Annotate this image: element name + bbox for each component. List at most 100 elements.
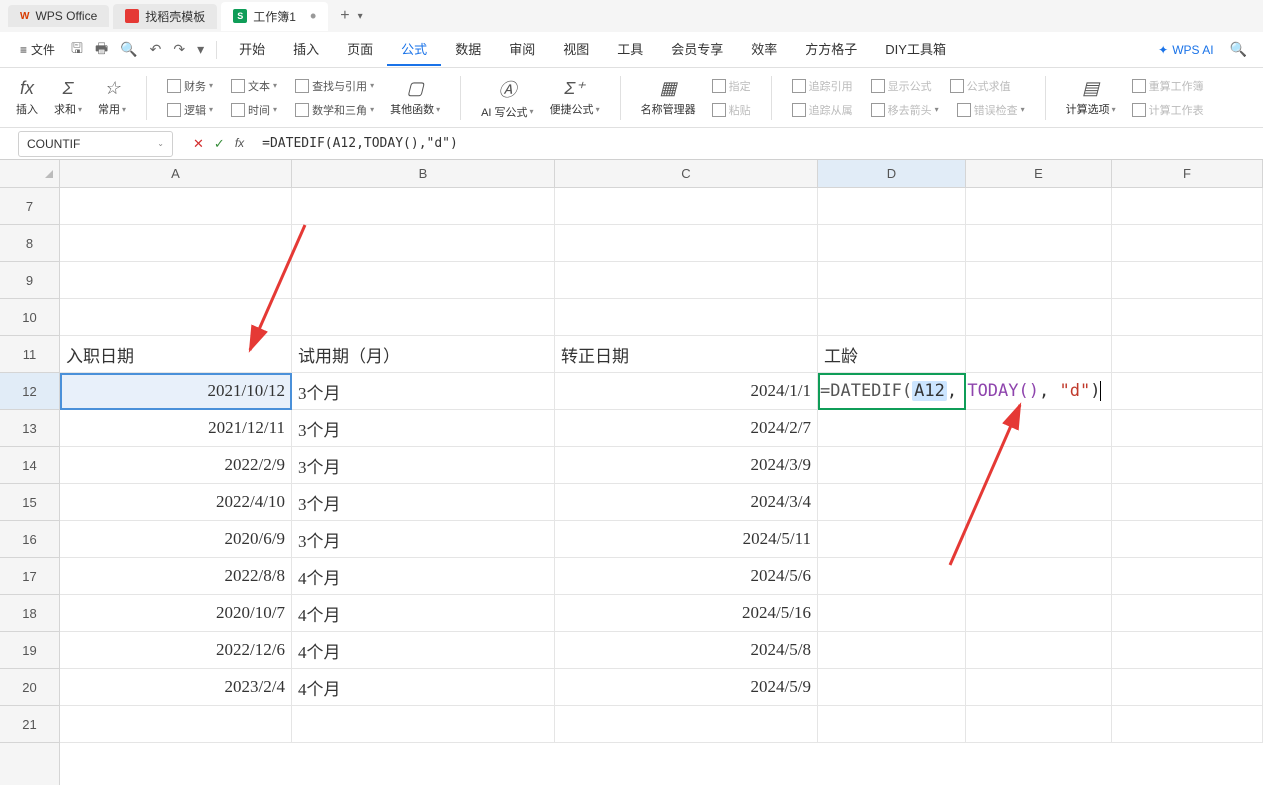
cell-C9[interactable] (555, 262, 818, 299)
cell-B19[interactable]: 4个月 (292, 632, 555, 669)
row-header-10[interactable]: 10 (0, 299, 59, 336)
cell-B12[interactable]: 3个月 (292, 373, 555, 410)
cell-C21[interactable] (555, 706, 818, 743)
row-header-11[interactable]: 11 (0, 336, 59, 373)
cell-F10[interactable] (1112, 299, 1263, 336)
cell-D20[interactable] (818, 669, 966, 706)
formula-accept-button[interactable]: ✓ (214, 136, 225, 152)
row-header-13[interactable]: 13 (0, 410, 59, 447)
ribbon-datetime[interactable]: 时间▾ (227, 100, 281, 120)
menu-tab-8[interactable]: 会员专享 (657, 33, 737, 66)
cell-D16[interactable] (818, 521, 966, 558)
cell-D17[interactable] (818, 558, 966, 595)
cell-D21[interactable] (818, 706, 966, 743)
menu-tab-2[interactable]: 页面 (333, 33, 387, 66)
cell-E11[interactable] (966, 336, 1112, 373)
cell-E13[interactable] (966, 410, 1112, 447)
cell-A15[interactable]: 2022/4/10 (60, 484, 292, 521)
formula-input[interactable]: =DATEDIF(A12,TODAY(),"d") (254, 136, 1255, 151)
cell-B16[interactable]: 3个月 (292, 521, 555, 558)
ribbon-logic[interactable]: 逻辑▾ (163, 100, 217, 120)
menu-tab-6[interactable]: 视图 (549, 33, 603, 66)
cell-C14[interactable]: 2024/3/9 (555, 447, 818, 484)
cell-F14[interactable] (1112, 447, 1263, 484)
row-header-14[interactable]: 14 (0, 447, 59, 484)
menu-tab-7[interactable]: 工具 (603, 33, 657, 66)
cell-C18[interactable]: 2024/5/16 (555, 595, 818, 632)
cell-D18[interactable] (818, 595, 966, 632)
cell-B18[interactable]: 4个月 (292, 595, 555, 632)
print-icon[interactable]: 🖶 (91, 34, 112, 66)
cell-E9[interactable] (966, 262, 1112, 299)
col-header-D[interactable]: D (818, 160, 966, 187)
row-header-21[interactable]: 21 (0, 706, 59, 743)
more-qat-icon[interactable]: ▾ (193, 37, 208, 62)
row-header-15[interactable]: 15 (0, 484, 59, 521)
cells-area[interactable]: 入职日期试用期（月）转正日期工龄2021/10/123个月2024/1/1=DA… (60, 188, 1263, 785)
cell-B9[interactable] (292, 262, 555, 299)
cell-F9[interactable] (1112, 262, 1263, 299)
cell-A17[interactable]: 2022/8/8 (60, 558, 292, 595)
fx-icon[interactable]: fx (235, 136, 244, 152)
row-header-9[interactable]: 9 (0, 262, 59, 299)
app-tab-wps[interactable]: W WPS Office (8, 5, 109, 27)
row-header-19[interactable]: 19 (0, 632, 59, 669)
ribbon-math[interactable]: 数学和三角▾ (291, 100, 378, 120)
row-header-17[interactable]: 17 (0, 558, 59, 595)
row-header-7[interactable]: 7 (0, 188, 59, 225)
cell-D13[interactable] (818, 410, 966, 447)
cell-A10[interactable] (60, 299, 292, 336)
cell-B8[interactable] (292, 225, 555, 262)
cell-A7[interactable] (60, 188, 292, 225)
cell-C13[interactable]: 2024/2/7 (555, 410, 818, 447)
cell-D7[interactable] (818, 188, 966, 225)
ribbon-text[interactable]: 文本▾ (227, 76, 281, 96)
ribbon-sum[interactable]: Σ 求和▾ (50, 78, 86, 117)
cell-E7[interactable] (966, 188, 1112, 225)
cell-A16[interactable]: 2020/6/9 (60, 521, 292, 558)
cell-A9[interactable] (60, 262, 292, 299)
ribbon-insert-fn[interactable]: fx 插入 (12, 78, 42, 117)
cell-C7[interactable] (555, 188, 818, 225)
cell-D15[interactable] (818, 484, 966, 521)
menu-tab-4[interactable]: 数据 (441, 33, 495, 66)
cell-F7[interactable] (1112, 188, 1263, 225)
spreadsheet-grid[interactable]: ABCDEF 789101112131415161718192021 入职日期试… (0, 160, 1263, 785)
select-all-corner[interactable] (0, 160, 60, 188)
cell-B21[interactable] (292, 706, 555, 743)
cell-F16[interactable] (1112, 521, 1263, 558)
cell-D11[interactable]: 工龄 (818, 336, 966, 373)
cell-C10[interactable] (555, 299, 818, 336)
cell-F13[interactable] (1112, 410, 1263, 447)
cell-E21[interactable] (966, 706, 1112, 743)
cell-D14[interactable] (818, 447, 966, 484)
cell-A19[interactable]: 2022/12/6 (60, 632, 292, 669)
cell-E20[interactable] (966, 669, 1112, 706)
cell-C15[interactable]: 2024/3/4 (555, 484, 818, 521)
tab-dropdown-icon[interactable]: ▾ (358, 11, 363, 22)
cell-F17[interactable] (1112, 558, 1263, 595)
row-header-18[interactable]: 18 (0, 595, 59, 632)
row-header-20[interactable]: 20 (0, 669, 59, 706)
cell-D19[interactable] (818, 632, 966, 669)
ribbon-lookup[interactable]: 查找与引用▾ (291, 76, 378, 96)
menu-tab-1[interactable]: 插入 (279, 33, 333, 66)
formula-cancel-button[interactable]: ✕ (193, 136, 204, 152)
ribbon-common[interactable]: ☆ 常用▾ (94, 78, 130, 117)
cell-E15[interactable] (966, 484, 1112, 521)
cell-F21[interactable] (1112, 706, 1263, 743)
menu-tab-10[interactable]: 方方格子 (791, 33, 871, 66)
cell-C19[interactable]: 2024/5/8 (555, 632, 818, 669)
cell-A14[interactable]: 2022/2/9 (60, 447, 292, 484)
row-header-16[interactable]: 16 (0, 521, 59, 558)
cell-E18[interactable] (966, 595, 1112, 632)
menu-tab-11[interactable]: DIY工具箱 (871, 33, 960, 66)
cell-F18[interactable] (1112, 595, 1263, 632)
cell-E19[interactable] (966, 632, 1112, 669)
ribbon-quick-formula[interactable]: Σ⁺ 便捷公式▾ (546, 78, 604, 117)
col-header-E[interactable]: E (966, 160, 1112, 187)
cell-B14[interactable]: 3个月 (292, 447, 555, 484)
cell-C17[interactable]: 2024/5/6 (555, 558, 818, 595)
cell-A21[interactable] (60, 706, 292, 743)
cell-B17[interactable]: 4个月 (292, 558, 555, 595)
